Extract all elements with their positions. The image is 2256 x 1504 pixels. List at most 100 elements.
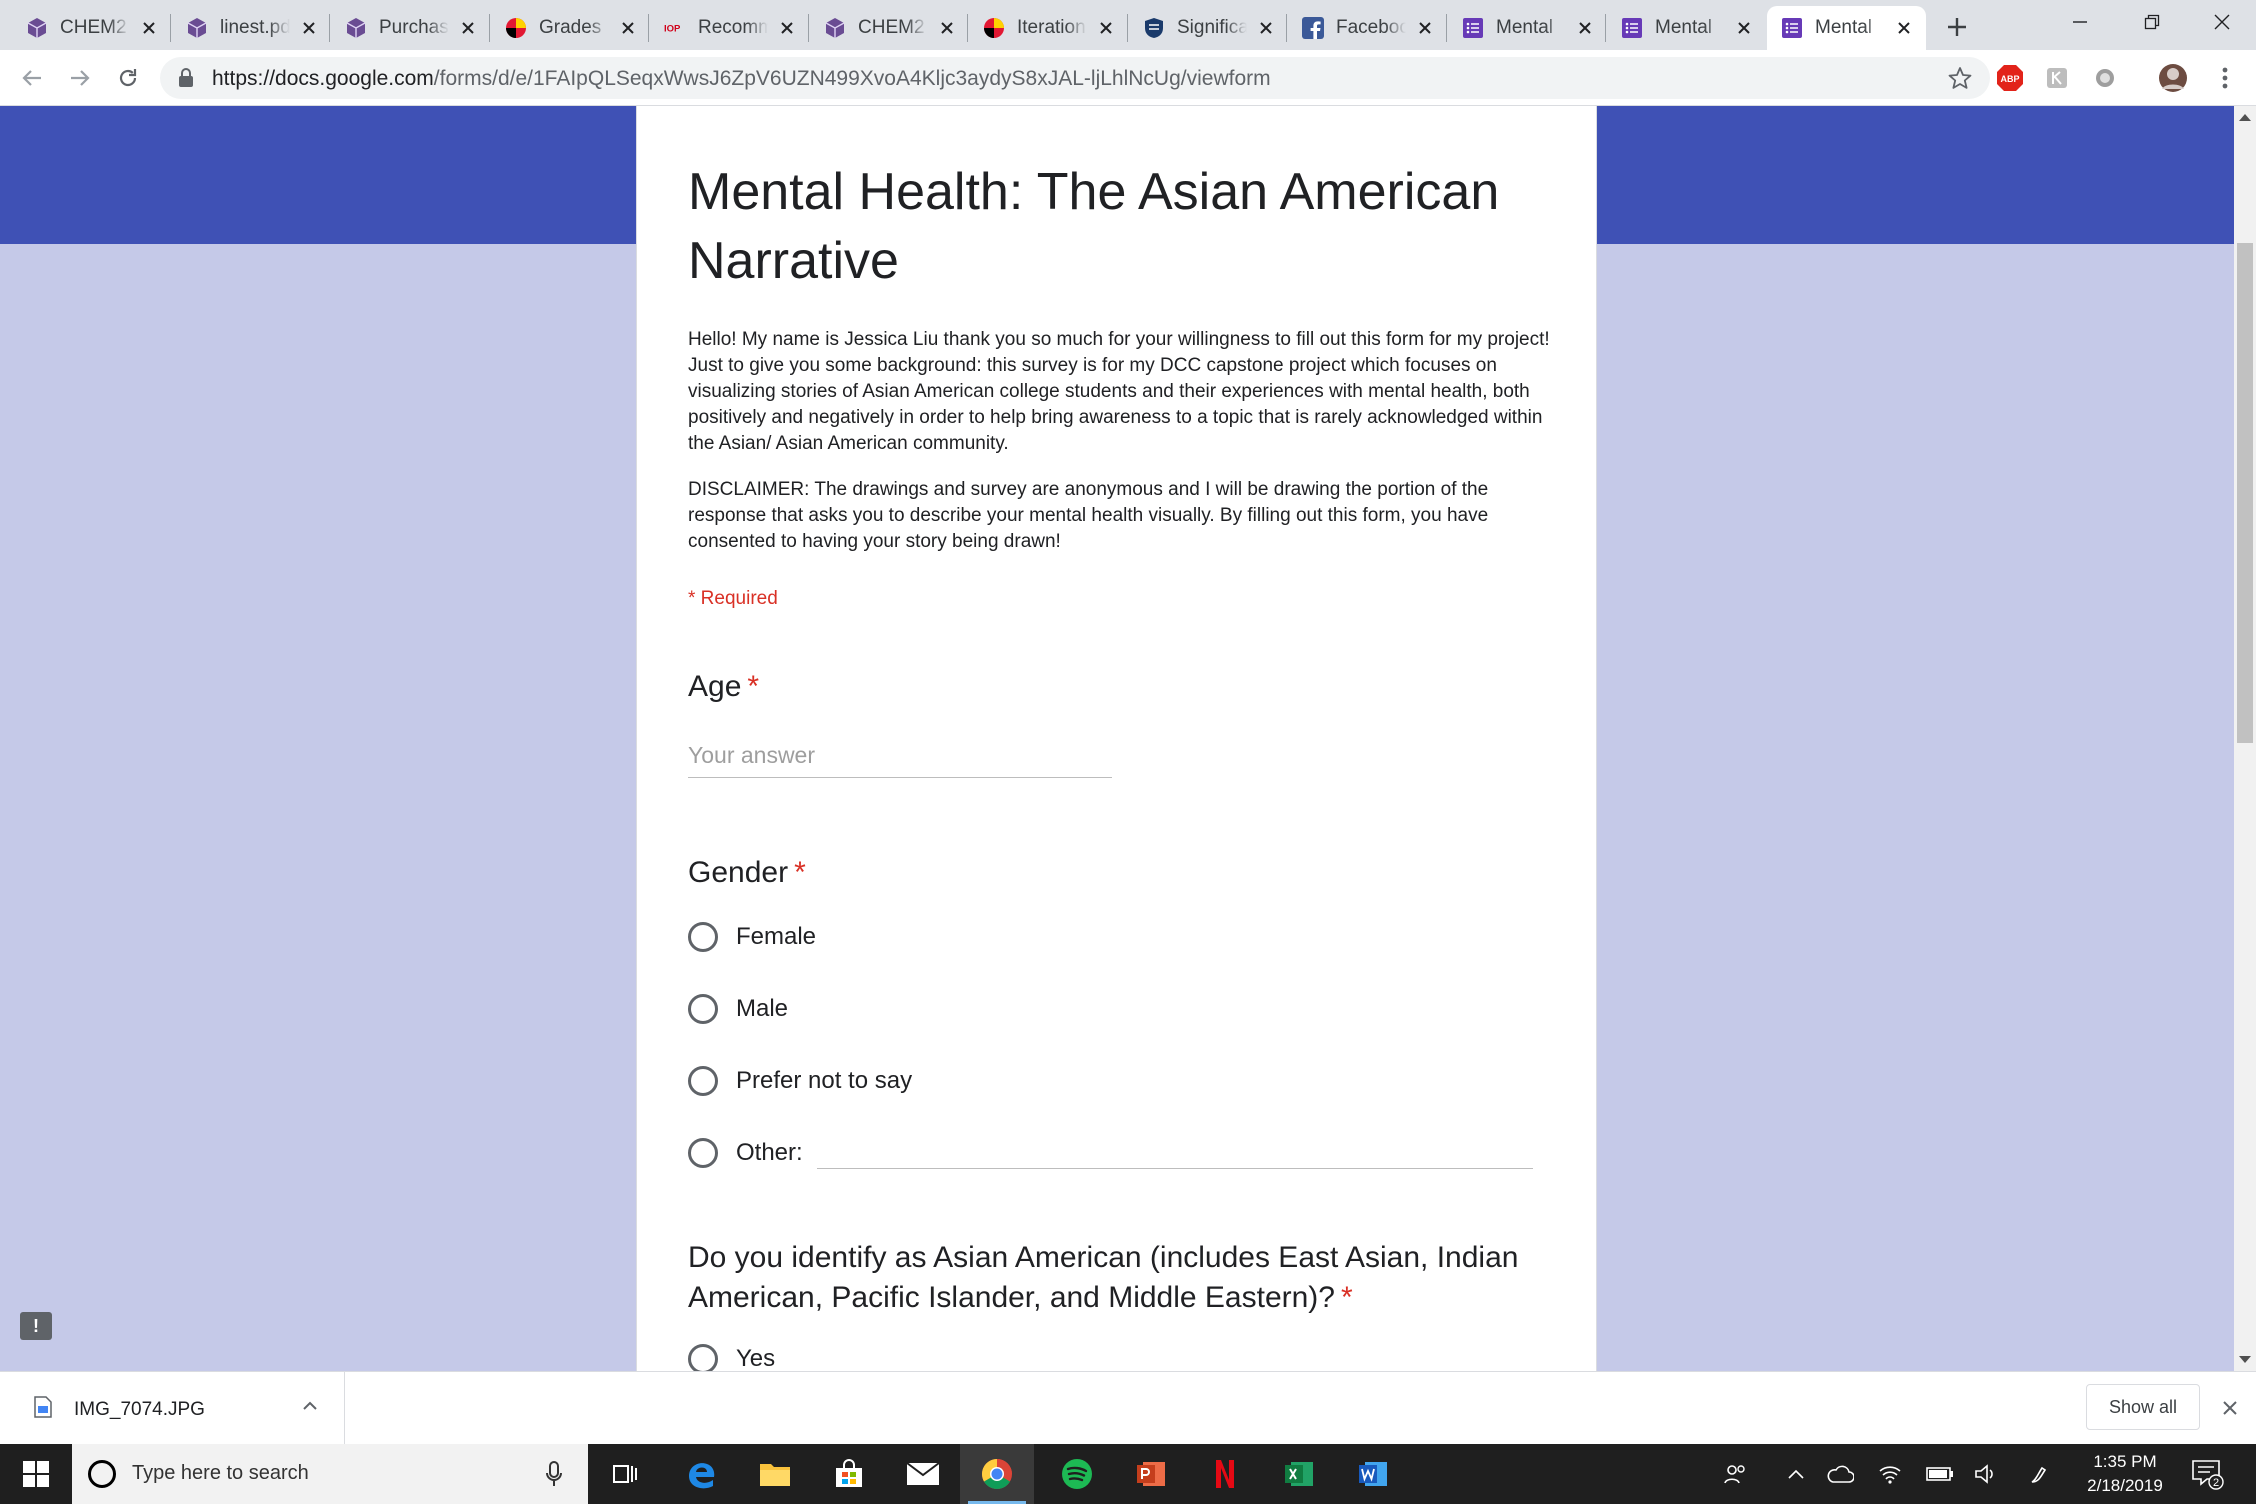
taskbar-spotify[interactable] — [1040, 1444, 1114, 1504]
downloads-bar: IMG_7074.JPG Show all — [0, 1371, 2256, 1444]
taskbar-edge[interactable] — [664, 1444, 738, 1504]
action-center-button[interactable]: 2 — [2190, 1458, 2224, 1495]
chevron-up-icon[interactable] — [300, 1396, 320, 1416]
taskbar-netflix[interactable] — [1188, 1444, 1262, 1504]
image-file-icon — [34, 1396, 52, 1418]
scroll-thumb[interactable] — [2237, 243, 2253, 743]
back-button[interactable] — [14, 60, 50, 96]
tab-purchase[interactable]: Purchase — [331, 6, 490, 50]
task-view-button[interactable] — [588, 1444, 662, 1504]
people-button[interactable] — [1722, 1460, 1750, 1488]
profile-avatar[interactable] — [2158, 63, 2188, 93]
clock-time: 1:35 PM — [2093, 1452, 2157, 1471]
bookmark-star-icon[interactable] — [1948, 66, 1972, 90]
age-input[interactable] — [688, 734, 1112, 778]
tab-close-icon[interactable] — [298, 17, 320, 39]
tab-close-icon[interactable] — [1255, 17, 1277, 39]
tab-close-icon[interactable] — [1095, 17, 1117, 39]
tab-linest-pdf[interactable]: linest.pdf — [172, 6, 331, 50]
radio-button[interactable] — [688, 922, 718, 952]
tab-separator — [1446, 14, 1447, 42]
required-note: * Required — [688, 588, 778, 609]
notification-icon: 2 — [2192, 1460, 2224, 1490]
tab-facebook[interactable]: Facebook — [1288, 6, 1447, 50]
tab-recommend[interactable]: IOP Recommend — [650, 6, 809, 50]
gender-option-other[interactable]: Other: — [688, 1138, 803, 1168]
tab-iteration[interactable]: Iteration — [969, 6, 1128, 50]
tab-chem2[interactable]: CHEM2 — [12, 6, 171, 50]
mail-envelope-icon — [906, 1462, 940, 1485]
tab-title: Recommend — [698, 17, 768, 38]
wifi-button[interactable] — [1876, 1460, 1904, 1488]
forward-button[interactable] — [62, 60, 98, 96]
asian-option-yes[interactable]: Yes — [688, 1344, 775, 1371]
tab-close-icon[interactable] — [1574, 17, 1596, 39]
address-bar[interactable]: https://docs.google.com/forms/d/e/1FAIpQ… — [160, 57, 1990, 99]
required-star: * — [794, 856, 806, 889]
tab-close-icon[interactable] — [617, 17, 639, 39]
taskbar-file-explorer[interactable] — [738, 1444, 812, 1504]
avatar-icon — [2159, 64, 2187, 92]
close-icon — [2223, 1401, 2237, 1415]
scroll-up-arrow-icon[interactable] — [2239, 114, 2251, 121]
extension-button[interactable] — [2042, 63, 2072, 93]
page-scrollbar[interactable] — [2234, 106, 2256, 1371]
scroll-down-arrow-icon[interactable] — [2239, 1356, 2251, 1363]
tab-title: Purchase — [379, 17, 449, 38]
restore-button[interactable] — [2122, 0, 2182, 44]
battery-button[interactable] — [1926, 1460, 1954, 1488]
taskbar-chrome[interactable] — [960, 1444, 1034, 1504]
tab-close-icon[interactable] — [776, 17, 798, 39]
taskbar-powerpoint[interactable] — [1114, 1444, 1188, 1504]
download-item[interactable]: IMG_7074.JPG — [0, 1372, 345, 1444]
radio-button[interactable] — [688, 994, 718, 1024]
show-hidden-icons-button[interactable] — [1782, 1460, 1810, 1488]
question-gender-title: Gender * — [688, 856, 806, 890]
tab-mental[interactable]: Mental — [1448, 6, 1607, 50]
gender-option-female[interactable]: Female — [688, 922, 816, 952]
tab-separator — [648, 14, 649, 42]
tab-close-icon[interactable] — [1893, 17, 1915, 39]
adblock-plus-extension[interactable]: ABP — [1995, 63, 2025, 93]
close-window-button[interactable] — [2192, 0, 2252, 44]
pen-workspace-button[interactable] — [2026, 1460, 2054, 1488]
other-text-input[interactable] — [817, 1168, 1533, 1169]
tab-close-icon[interactable] — [138, 17, 160, 39]
tab-close-icon[interactable] — [1414, 17, 1436, 39]
radio-button[interactable] — [688, 1138, 718, 1168]
taskbar-store[interactable] — [812, 1444, 886, 1504]
tab-separator — [170, 14, 171, 42]
tab-significance[interactable]: Significance — [1129, 6, 1288, 50]
tab-title: Mental — [1655, 17, 1713, 38]
taskbar-excel[interactable] — [1262, 1444, 1336, 1504]
clock-date: 2/18/2019 — [2087, 1476, 2163, 1495]
close-downloads-button[interactable] — [2216, 1394, 2244, 1422]
start-button[interactable] — [0, 1444, 72, 1504]
tab-mental[interactable]: Mental — [1767, 6, 1926, 50]
radio-button[interactable] — [688, 1344, 718, 1371]
tab-close-icon[interactable] — [1733, 17, 1755, 39]
taskbar-word[interactable] — [1336, 1444, 1410, 1504]
show-all-downloads-button[interactable]: Show all — [2086, 1384, 2200, 1430]
tab-chem2[interactable]: CHEM2 — [810, 6, 969, 50]
onedrive-button[interactable] — [1826, 1460, 1854, 1488]
microphone-icon[interactable] — [546, 1460, 562, 1488]
tab-close-icon[interactable] — [936, 17, 958, 39]
tab-grades[interactable]: Grades — [491, 6, 650, 50]
gender-option-prefer-not[interactable]: Prefer not to say — [688, 1066, 912, 1096]
abp-icon: ABP — [1997, 65, 2023, 91]
minimize-button[interactable] — [2050, 0, 2110, 44]
chrome-menu-button[interactable] — [2210, 63, 2240, 93]
taskbar-mail[interactable] — [886, 1444, 960, 1504]
new-tab-button[interactable] — [1940, 10, 1974, 44]
extension-circle-button[interactable] — [2090, 63, 2120, 93]
radio-button[interactable] — [688, 1066, 718, 1096]
system-clock[interactable]: 1:35 PM 2/18/2019 — [2070, 1450, 2180, 1498]
tab-close-icon[interactable] — [457, 17, 479, 39]
volume-button[interactable] — [1972, 1460, 2000, 1488]
gender-option-male[interactable]: Male — [688, 994, 788, 1024]
taskbar-search-box[interactable]: Type here to search — [72, 1444, 588, 1504]
tab-mental[interactable]: Mental — [1607, 6, 1766, 50]
report-feedback-button[interactable]: ! — [20, 1312, 52, 1340]
reload-button[interactable] — [110, 60, 146, 96]
